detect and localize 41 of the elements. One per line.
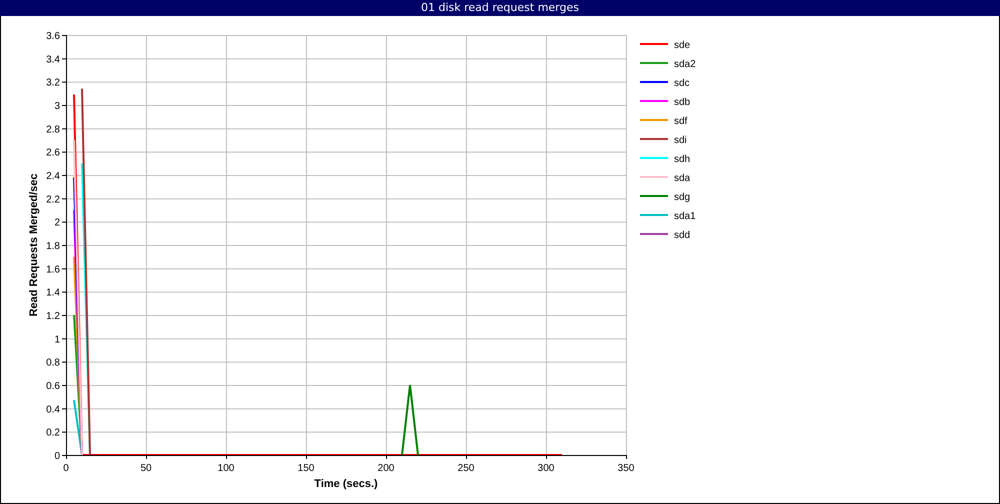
x-tick-label: 250 <box>458 463 474 474</box>
y-tick-label: 0.6 <box>46 381 60 392</box>
y-tick-label: 0.4 <box>46 404 60 416</box>
legend-label: sdd <box>674 230 690 241</box>
y-tick-label: 0 <box>54 451 60 462</box>
legend-label: sde <box>674 40 690 51</box>
y-tick-label: 0.8 <box>46 358 60 369</box>
legend-label: sda <box>674 173 690 184</box>
chart-title-bar: 01 disk read request merges <box>0 0 1000 16</box>
y-tick-label: 2.2 <box>46 194 60 206</box>
x-axis-title: Time (secs.) <box>314 478 378 490</box>
y-tick-label: 0.2 <box>46 428 60 439</box>
y-tick-label: 3.6 <box>46 31 60 42</box>
x-tick-label: 200 <box>378 463 394 474</box>
legend-label: sdg <box>674 192 690 203</box>
y-tick-label: 3 <box>54 101 60 112</box>
y-tick-label: 2.4 <box>46 171 60 182</box>
legend-label: sdb <box>674 97 690 108</box>
x-tick-label: 150 <box>298 463 314 474</box>
y-tick-label: 1 <box>54 334 60 346</box>
x-tick-label: 0 <box>63 463 69 474</box>
y-tick-label: 2.6 <box>46 148 60 159</box>
legend-label: sdf <box>674 116 688 127</box>
x-tick-label: 50 <box>140 463 152 474</box>
y-tick-label: 2 <box>54 218 60 229</box>
y-tick-label: 1.6 <box>46 264 60 276</box>
y-tick-label: 3.2 <box>46 78 60 89</box>
y-axis-title: Read Requests Merged/sec <box>28 173 40 317</box>
legend-label: sdi <box>674 135 687 146</box>
legend-label: sdc <box>674 78 690 89</box>
x-tick-label: 350 <box>618 463 634 474</box>
y-tick-label: 2.8 <box>46 124 60 136</box>
x-tick-label: 100 <box>218 463 234 474</box>
x-tick-label: 300 <box>538 463 554 474</box>
legend-label: sda2 <box>674 59 696 70</box>
legend-label: sdh <box>674 154 690 165</box>
y-tick-label: 1.8 <box>46 241 60 252</box>
y-tick-label: 1.4 <box>46 288 60 299</box>
y-tick-label: 3.4 <box>46 54 60 66</box>
y-tick-label: 1.2 <box>46 311 60 322</box>
legend-label: sda1 <box>674 211 696 222</box>
